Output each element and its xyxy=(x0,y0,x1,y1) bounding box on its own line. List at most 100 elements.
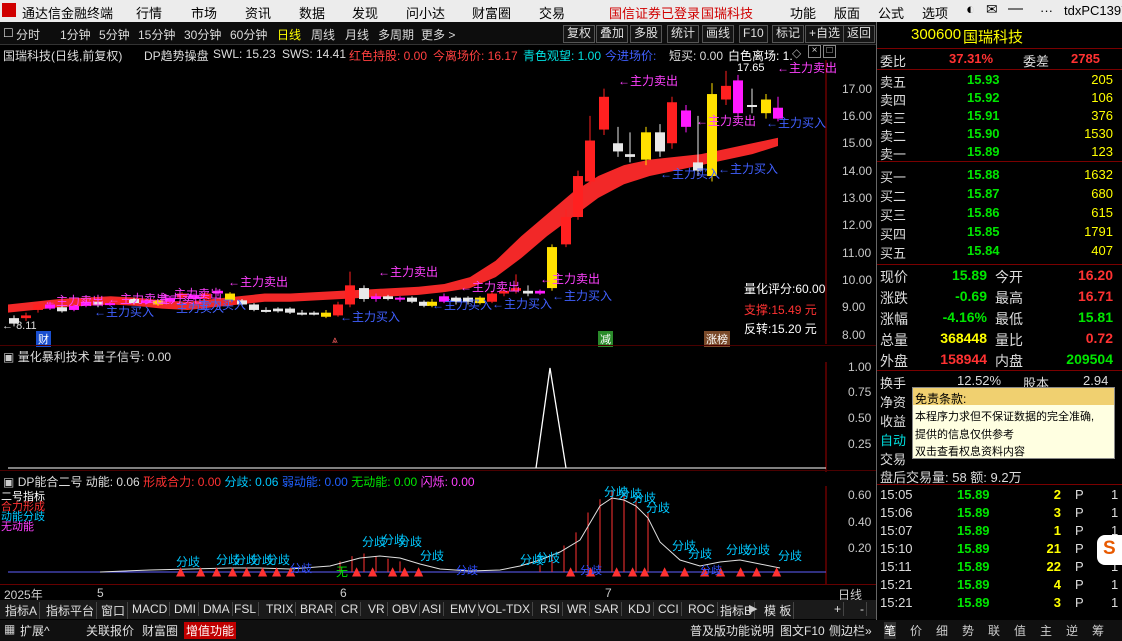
candle[interactable] xyxy=(681,104,691,133)
tab-indicator[interactable]: + xyxy=(832,602,845,616)
candle[interactable] xyxy=(747,88,757,114)
energy-chart[interactable]: ▲ ▲ ▲ ▲ ▲ ▲ ▲ ▲ ▲ ▲ ▲ ▲ ▲ ▲ ▲ ▲ ▲ ▲ ▲ ▲ ▲ ▲ ▲ ▲ ▲分歧 分歧分歧分歧分歧分歧分歧分… xyxy=(0,486,876,586)
tab-indicator[interactable]: KDJ xyxy=(626,602,654,616)
period-5min[interactable]: 5分钟 xyxy=(99,26,130,43)
stock-tag[interactable]: 国瑞科技 xyxy=(701,3,753,22)
period-more[interactable]: 更多 > xyxy=(421,26,455,43)
message-icon[interactable]: ✉ xyxy=(986,1,998,18)
period-30min[interactable]: 30分钟 xyxy=(184,26,221,43)
tab-indicator[interactable]: FSL xyxy=(232,602,260,616)
tab-indicator[interactable]: DMI xyxy=(172,602,199,616)
period-60min[interactable]: 60分钟 xyxy=(230,26,267,43)
tab-indicator[interactable]: WR xyxy=(565,602,590,616)
menu-hangqing[interactable]: 行情 xyxy=(136,3,162,22)
candle[interactable] xyxy=(641,126,651,166)
candle[interactable] xyxy=(407,296,417,304)
float-assistant-icon[interactable]: S xyxy=(1097,535,1122,565)
tab-indicator[interactable]: 窗口 xyxy=(99,602,129,619)
tab-indicator[interactable]: ROC xyxy=(686,602,718,616)
candle[interactable] xyxy=(535,289,545,295)
candle[interactable] xyxy=(309,311,319,316)
btn-diejia[interactable]: 叠加 xyxy=(596,25,629,43)
tab-zengzhi[interactable]: 增值功能 xyxy=(184,622,237,639)
tab-indicator[interactable]: CR xyxy=(339,602,362,616)
tab-indicator[interactable]: OBV xyxy=(390,602,421,616)
tab-indicator[interactable]: 指标平台 xyxy=(44,602,98,619)
tab-indicator[interactable]: MACD xyxy=(130,602,171,616)
candle[interactable] xyxy=(721,70,731,105)
quote-tab[interactable]: 联 xyxy=(988,622,1000,639)
quote-tab[interactable]: 价 xyxy=(910,622,922,639)
candle[interactable] xyxy=(613,126,623,157)
menu-gongneng[interactable]: 功能 xyxy=(790,3,816,22)
tab-indicator[interactable]: DMA xyxy=(201,602,233,616)
maximize-indicator-icon[interactable]: □ xyxy=(823,45,836,58)
period-monthly[interactable]: 月线 xyxy=(345,26,369,43)
quote-tab[interactable]: 值 xyxy=(1014,622,1026,639)
tab-indicator[interactable]: EMV xyxy=(448,602,480,616)
candle[interactable] xyxy=(297,309,307,316)
period-weekly[interactable]: 周线 xyxy=(311,26,335,43)
menu-banmian[interactable]: 版面 xyxy=(834,3,860,22)
diamond-icon[interactable]: ◇ xyxy=(792,46,801,60)
minimize-icon[interactable]: — xyxy=(1008,0,1023,17)
candle[interactable] xyxy=(667,96,677,149)
btn-add-watch[interactable]: +自选 xyxy=(805,25,845,43)
tab-indicator[interactable]: VR xyxy=(366,602,388,616)
bid-price[interactable]: 15.86 xyxy=(967,205,1000,220)
candle[interactable] xyxy=(395,296,405,302)
menu-faxian[interactable]: 发现 xyxy=(352,3,378,22)
candle[interactable] xyxy=(249,303,259,312)
candle[interactable] xyxy=(585,115,595,185)
grid-icon[interactable]: ▦ xyxy=(2,622,17,636)
tab-sidebar[interactable]: 侧边栏» xyxy=(827,622,874,639)
candle[interactable] xyxy=(345,271,355,308)
quote-tab[interactable]: 逆 xyxy=(1066,622,1078,639)
skin-icon[interactable]: ◐ xyxy=(966,1,975,18)
btn-huaxian[interactable]: 画线 xyxy=(702,25,735,43)
quote-tab[interactable]: 细 xyxy=(936,622,948,639)
menu-shichang[interactable]: 市场 xyxy=(191,3,217,22)
disclaimer-tooltip[interactable]: 免责条款: 本程序力求但不保证数据的完全准确, 提供的信息仅供参考 双击查看权息… xyxy=(912,387,1115,459)
tab-indicator[interactable]: TRIX xyxy=(264,602,297,616)
bid-price[interactable]: 15.88 xyxy=(967,167,1000,182)
period-1min[interactable]: 1分钟 xyxy=(60,26,91,43)
candle[interactable] xyxy=(285,307,295,315)
btn-f10[interactable]: F10 xyxy=(739,25,768,43)
menu-xuanxiang[interactable]: 选项 xyxy=(922,3,948,22)
candle[interactable] xyxy=(625,132,635,163)
candle[interactable] xyxy=(655,124,665,157)
checkbox-icon[interactable]: ☐ xyxy=(3,26,14,40)
candle[interactable] xyxy=(733,74,743,119)
tab-indicator[interactable]: 模 板 xyxy=(762,602,795,619)
bid-price[interactable]: 15.84 xyxy=(967,243,1000,258)
bid-price[interactable]: 15.85 xyxy=(967,224,1000,239)
btn-tongji[interactable]: 统计 xyxy=(667,25,700,43)
ask-price[interactable]: 15.91 xyxy=(967,108,1000,123)
quote-tab[interactable]: 笔 xyxy=(884,622,897,639)
period-daily[interactable]: 日线 xyxy=(277,26,301,43)
ask-price[interactable]: 15.89 xyxy=(967,144,1000,159)
tab-next-icon[interactable]: ▶ xyxy=(749,602,757,615)
quote-tab[interactable]: 筹 xyxy=(1092,622,1104,639)
tab-kuozhan[interactable]: 扩展^ xyxy=(18,622,52,639)
candle[interactable] xyxy=(599,88,609,136)
period-fenshi[interactable]: 分时 xyxy=(16,26,40,43)
login-status[interactable]: 国信证券已登录 xyxy=(609,3,700,22)
btn-duogu[interactable]: 多股 xyxy=(630,25,663,43)
tab-caifuquan[interactable]: 财富圈 xyxy=(140,622,180,639)
menu-jiaoyi[interactable]: 交易 xyxy=(539,3,565,22)
ask-price[interactable]: 15.90 xyxy=(967,126,1000,141)
candle[interactable] xyxy=(359,285,369,302)
tab-indicator[interactable]: - xyxy=(858,602,867,616)
quote-tab[interactable]: 势 xyxy=(962,622,974,639)
candle[interactable] xyxy=(523,285,533,297)
tab-indicator[interactable]: CCI xyxy=(656,602,682,616)
btn-biaoji[interactable]: 标记 xyxy=(772,25,805,43)
tab-indicator[interactable]: SAR xyxy=(592,602,622,616)
tab-f10[interactable]: 图文F10 xyxy=(778,622,827,639)
quote-tab[interactable]: 主 xyxy=(1040,622,1052,639)
more-icon[interactable]: ··· xyxy=(1040,3,1053,18)
menu-caifuquan[interactable]: 财富圈 xyxy=(472,3,511,22)
candle[interactable] xyxy=(321,309,331,319)
